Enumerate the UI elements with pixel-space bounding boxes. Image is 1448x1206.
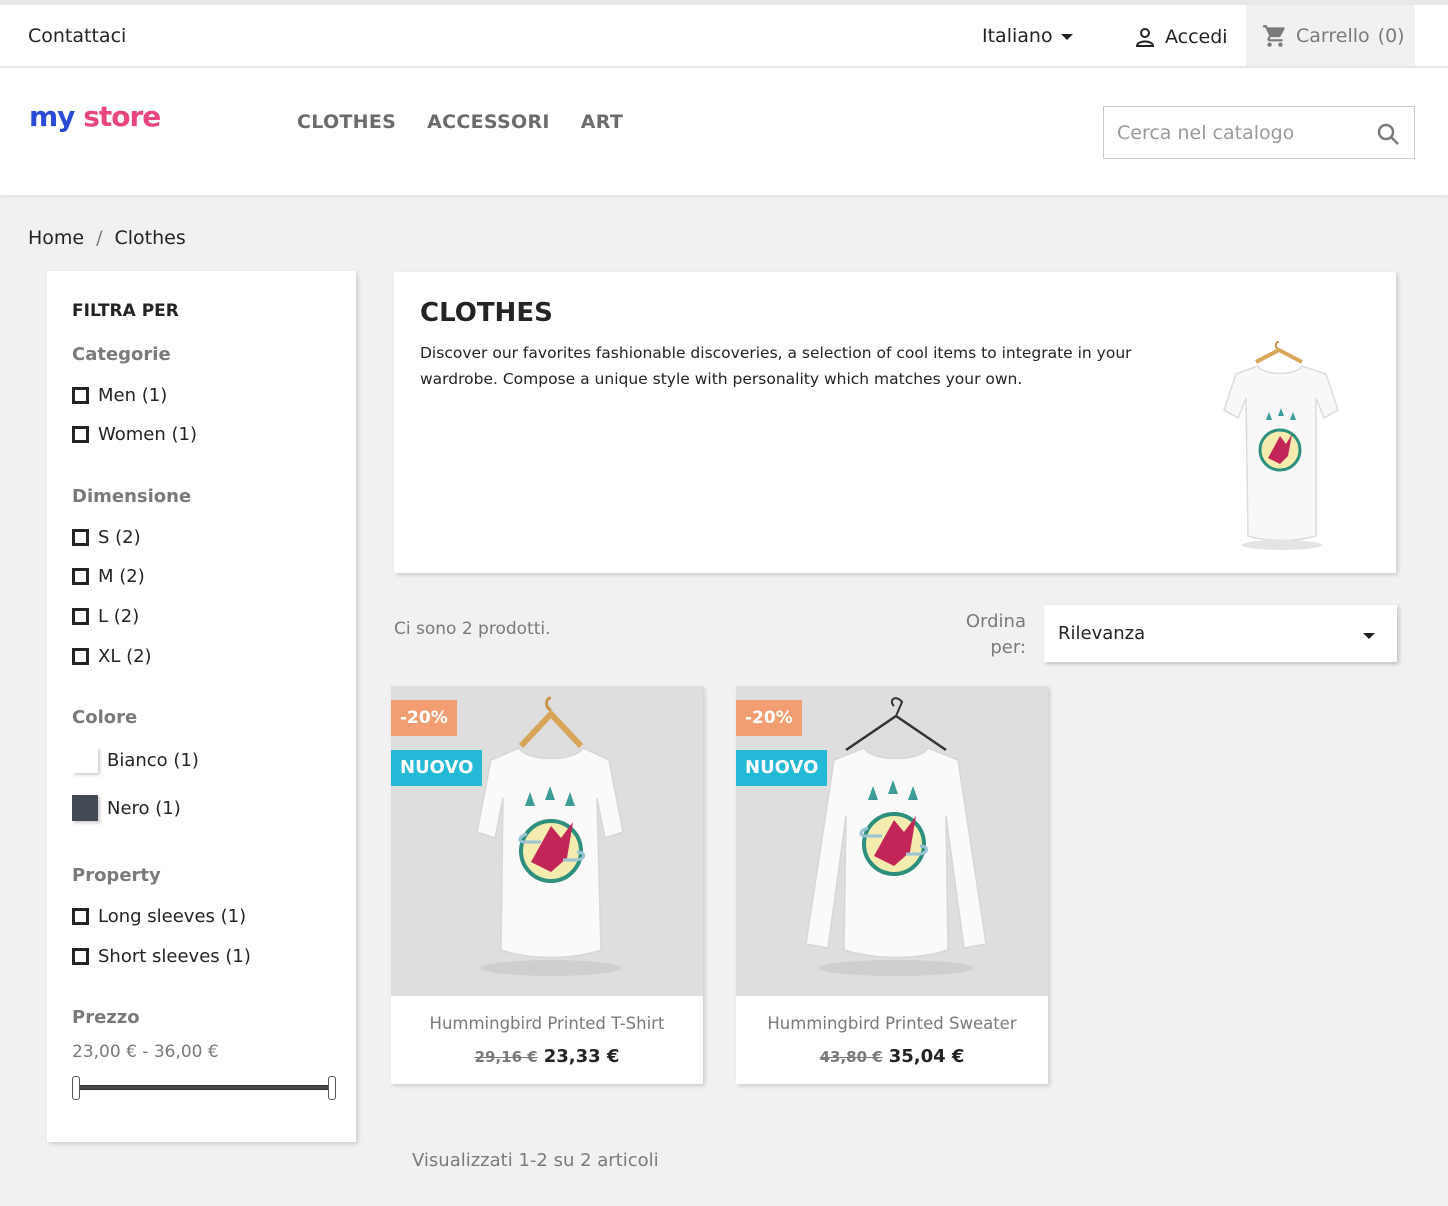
filter-option-women[interactable]: Women (1): [72, 424, 197, 445]
login-link[interactable]: Accedi: [1133, 25, 1228, 49]
checkbox[interactable]: [72, 648, 89, 665]
filter-title-categories: Categorie: [72, 344, 171, 365]
product-price: 43,80 € 35,04 €: [736, 1046, 1048, 1067]
price-slider-max-handle[interactable]: [328, 1076, 336, 1100]
filter-option-label: Men (1): [98, 385, 168, 406]
product-name[interactable]: Hummingbird Printed T-Shirt: [391, 1014, 703, 1033]
filters-sidebar: FILTRA PER Categorie Men (1) Women (1) D…: [47, 271, 356, 1142]
checkbox[interactable]: [72, 387, 89, 404]
product-current-price: 35,04 €: [888, 1046, 965, 1067]
main-header: my store CLOTHES ACCESSORI ART: [0, 68, 1448, 195]
discount-badge: -20%: [736, 700, 802, 736]
breadcrumb-home[interactable]: Home: [28, 227, 84, 249]
price-slider[interactable]: [72, 1074, 338, 1100]
nav-item-clothes[interactable]: CLOTHES: [297, 111, 396, 133]
user-icon: [1135, 28, 1155, 47]
product-old-price: 43,80 €: [819, 1048, 883, 1066]
checkbox[interactable]: [72, 948, 89, 965]
filters-heading: FILTRA PER: [72, 301, 179, 321]
logo-text-store: store: [83, 100, 161, 133]
filter-option-size-s[interactable]: S (2): [72, 527, 141, 548]
price-slider-track: [76, 1085, 334, 1090]
category-header: CLOTHES Discover our favorites fashionab…: [394, 272, 1396, 573]
language-selector[interactable]: Italiano: [982, 25, 1073, 47]
filter-option-label: Bianco (1): [107, 749, 199, 771]
language-label: Italiano: [982, 25, 1053, 47]
product-image[interactable]: -20% NUOVO: [736, 686, 1048, 996]
discount-badge: -20%: [391, 700, 457, 736]
filter-title-size: Dimensione: [72, 486, 192, 507]
sort-label: Ordina per:: [965, 611, 1026, 658]
products-count: Ci sono 2 prodotti.: [394, 619, 551, 639]
shopping-cart-icon: [1263, 24, 1285, 47]
product-old-price: 29,16 €: [474, 1048, 538, 1066]
sort-selected-value: Rilevanza: [1058, 623, 1146, 644]
filter-option-size-xl[interactable]: XL (2): [72, 646, 152, 667]
product-name[interactable]: Hummingbird Printed Sweater: [736, 1014, 1048, 1033]
cart-label: Carrello: [1296, 24, 1370, 47]
filter-option-label: M (2): [98, 566, 145, 587]
caret-down-icon: [1060, 34, 1073, 40]
filter-title-color: Colore: [72, 707, 138, 728]
contact-link[interactable]: Contattaci: [28, 25, 126, 47]
nav-item-art[interactable]: ART: [581, 111, 623, 133]
cart-button[interactable]: Carrello (0): [1246, 5, 1415, 66]
breadcrumb: Home / Clothes: [28, 227, 186, 249]
checkbox[interactable]: [72, 426, 89, 443]
category-tshirt-image: [1223, 341, 1339, 550]
store-logo[interactable]: my store: [29, 100, 161, 133]
caret-down-icon: [1363, 633, 1375, 639]
color-swatch-white[interactable]: [72, 747, 98, 773]
product-card[interactable]: -20% NUOVO Hummingbird Printed T-Shirt 2…: [391, 686, 703, 1084]
filter-title-property: Property: [72, 865, 161, 886]
filter-option-color-white[interactable]: Bianco (1): [72, 747, 199, 773]
filter-option-label: XL (2): [98, 646, 152, 667]
category-title: CLOTHES: [420, 298, 553, 328]
top-bar: Contattaci Italiano Accedi Carrello (0): [0, 0, 1448, 68]
checkbox[interactable]: [72, 608, 89, 625]
filter-option-size-m[interactable]: M (2): [72, 566, 145, 587]
filter-option-label: Short sleeves (1): [98, 946, 251, 967]
filter-option-label: S (2): [98, 527, 141, 548]
checkbox[interactable]: [72, 529, 89, 546]
login-label: Accedi: [1165, 26, 1228, 48]
product-price: 29,16 € 23,33 €: [391, 1046, 703, 1067]
product-card[interactable]: -20% NUOVO Hummingbird Printed Sweater 4…: [736, 686, 1048, 1084]
filter-option-label: Nero (1): [107, 797, 181, 819]
product-image[interactable]: -20% NUOVO: [391, 686, 703, 996]
main-nav: CLOTHES ACCESSORI ART: [297, 111, 623, 133]
search-input[interactable]: [1104, 107, 1364, 158]
filter-option-size-l[interactable]: L (2): [72, 606, 139, 627]
filter-option-men[interactable]: Men (1): [72, 385, 167, 406]
color-swatch-black[interactable]: [72, 795, 98, 821]
checkbox[interactable]: [72, 908, 89, 925]
price-range-text: 23,00 € - 36,00 €: [72, 1042, 219, 1062]
new-badge: NUOVO: [736, 750, 828, 786]
nav-item-accessori[interactable]: ACCESSORI: [427, 111, 550, 133]
breadcrumb-separator: /: [96, 227, 103, 249]
category-description: Discover our favorites fashionable disco…: [420, 344, 1132, 388]
sort-select[interactable]: Rilevanza: [1044, 605, 1397, 662]
breadcrumb-current: Clothes: [114, 227, 186, 249]
search-icon[interactable]: [1376, 122, 1400, 146]
filter-option-label: L (2): [98, 606, 140, 627]
product-current-price: 23,33 €: [543, 1046, 620, 1067]
filter-option-color-black[interactable]: Nero (1): [72, 795, 181, 821]
filter-option-long-sleeves[interactable]: Long sleeves (1): [72, 906, 246, 927]
filter-title-price: Prezzo: [72, 1007, 140, 1028]
filter-option-short-sleeves[interactable]: Short sleeves (1): [72, 946, 251, 967]
search-box: [1103, 106, 1415, 159]
filter-option-label: Women (1): [98, 424, 197, 445]
filter-option-label: Long sleeves (1): [98, 906, 247, 927]
logo-text-my: my: [29, 100, 75, 133]
cart-count: (0): [1377, 24, 1405, 47]
pagination-summary: Visualizzati 1-2 su 2 articoli: [412, 1150, 659, 1171]
price-slider-min-handle[interactable]: [72, 1076, 80, 1100]
checkbox[interactable]: [72, 568, 89, 585]
new-badge: NUOVO: [391, 750, 483, 786]
